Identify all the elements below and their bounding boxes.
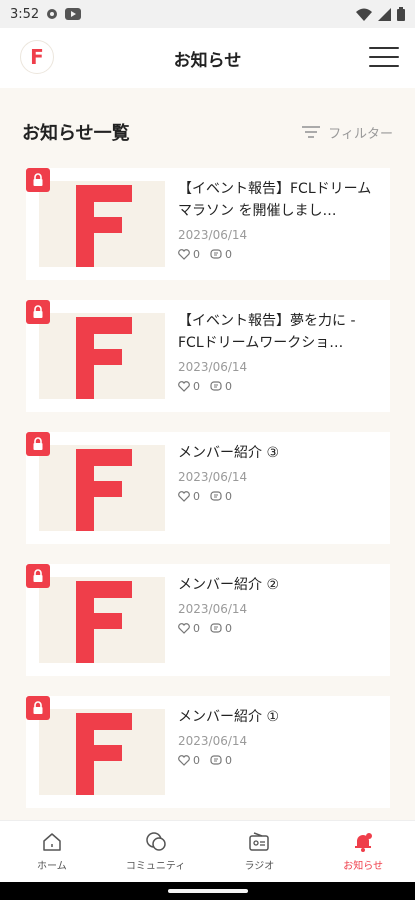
lock-icon: [26, 564, 50, 588]
tab-label: コミュニティ: [125, 861, 186, 872]
tab-label: ホーム: [37, 861, 67, 872]
like-count-value: 0: [193, 380, 200, 393]
like-count-value: 0: [193, 622, 200, 635]
comment-count-value: 0: [225, 248, 232, 261]
bottom-tab-bar: ホーム コミュニティ ラジオ お知らせ: [0, 820, 415, 882]
news-date: 2023/06/14: [178, 602, 248, 616]
heart-icon: [178, 381, 190, 392]
news-card[interactable]: 【イベント報告】FCLドリームマラソン を開催しまし… 2023/06/14 0…: [26, 168, 390, 280]
tab-community[interactable]: コミュニティ: [104, 821, 208, 882]
news-thumbnail: [39, 313, 165, 399]
comment-count[interactable]: 0: [210, 622, 232, 635]
lock-icon: [26, 696, 50, 720]
lock-icon: [26, 432, 50, 456]
comment-count-value: 0: [225, 754, 232, 767]
filter-button[interactable]: フィルター: [302, 123, 393, 142]
news-thumbnail: [39, 181, 165, 267]
news-date: 2023/06/14: [178, 228, 248, 242]
f-logo-icon: [76, 317, 132, 399]
news-thumbnail: [39, 709, 165, 795]
comment-count[interactable]: 0: [210, 754, 232, 767]
tab-radio[interactable]: ラジオ: [208, 821, 312, 882]
comment-icon: [210, 491, 222, 501]
like-count[interactable]: 0: [178, 380, 200, 393]
heart-icon: [178, 249, 190, 260]
comment-count[interactable]: 0: [210, 248, 232, 261]
youtube-icon: [65, 8, 82, 20]
f-logo-icon: [76, 713, 132, 795]
news-title: 【イベント報告】FCLドリームマラソン を開催しまし…: [178, 181, 372, 219]
like-count[interactable]: 0: [178, 248, 200, 261]
news-title: メンバー紹介 ②: [178, 577, 280, 593]
news-list: 【イベント報告】FCLドリームマラソン を開催しまし… 2023/06/14 0…: [26, 168, 390, 828]
lock-icon: [26, 300, 50, 324]
tab-home[interactable]: ホーム: [0, 821, 104, 882]
filter-label: フィルター: [328, 126, 393, 142]
page-title: お知らせ: [173, 50, 242, 71]
status-bar: 3:52: [0, 0, 415, 28]
signal-icon: [378, 7, 391, 21]
battery-icon: [397, 7, 405, 21]
radio-icon: [249, 832, 270, 851]
filter-icon: [302, 126, 321, 138]
home-gesture-handle[interactable]: [168, 889, 248, 893]
app-logo[interactable]: F: [20, 40, 54, 74]
comment-icon: [210, 623, 222, 633]
comment-count[interactable]: 0: [210, 380, 232, 393]
chat-bubbles-icon: [145, 832, 166, 851]
news-date: 2023/06/14: [178, 470, 248, 484]
tab-label: ラジオ: [244, 861, 275, 872]
lock-icon: [26, 168, 50, 192]
home-icon: [43, 833, 61, 851]
like-count-value: 0: [193, 754, 200, 767]
news-card[interactable]: メンバー紹介 ③ 2023/06/14 0 0: [26, 432, 390, 544]
comment-count-value: 0: [225, 380, 232, 393]
comment-count[interactable]: 0: [210, 490, 232, 503]
like-count[interactable]: 0: [178, 622, 200, 635]
wifi-icon: [356, 8, 372, 21]
news-card[interactable]: メンバー紹介 ① 2023/06/14 0 0: [26, 696, 390, 808]
comment-icon: [210, 755, 222, 765]
bell-icon: [355, 833, 373, 852]
logo-letter: F: [30, 45, 44, 69]
tab-label: お知らせ: [343, 861, 384, 872]
comment-count-value: 0: [225, 622, 232, 635]
news-card[interactable]: 【イベント報告】夢を力に -FCLドリームワークショ… 2023/06/14 0…: [26, 300, 390, 412]
news-title: メンバー紹介 ①: [178, 709, 280, 725]
comment-icon: [210, 381, 222, 391]
system-nav-bar: [0, 882, 415, 900]
news-title: メンバー紹介 ③: [178, 445, 280, 461]
like-count[interactable]: 0: [178, 490, 200, 503]
app-header: F お知らせ: [0, 28, 415, 88]
comment-count-value: 0: [225, 490, 232, 503]
hamburger-menu-button[interactable]: [369, 44, 399, 70]
heart-icon: [178, 491, 190, 502]
news-thumbnail: [39, 577, 165, 663]
news-thumbnail: [39, 445, 165, 531]
news-card[interactable]: メンバー紹介 ② 2023/06/14 0 0: [26, 564, 390, 676]
news-date: 2023/06/14: [178, 360, 248, 374]
notification-icon: [47, 9, 58, 19]
tab-notifications[interactable]: お知らせ: [311, 821, 415, 882]
heart-icon: [178, 623, 190, 634]
like-count[interactable]: 0: [178, 754, 200, 767]
f-logo-icon: [76, 581, 132, 663]
f-logo-icon: [76, 185, 132, 267]
status-time: 3:52: [10, 6, 40, 22]
heart-icon: [178, 755, 190, 766]
comment-icon: [210, 249, 222, 259]
like-count-value: 0: [193, 490, 200, 503]
like-count-value: 0: [193, 248, 200, 261]
section-title: お知らせ一覧: [22, 123, 130, 144]
f-logo-icon: [76, 449, 132, 531]
section-header: お知らせ一覧 フィルター: [0, 112, 415, 152]
news-title: 【イベント報告】夢を力に -FCLドリームワークショ…: [178, 313, 356, 351]
news-date: 2023/06/14: [178, 734, 248, 748]
